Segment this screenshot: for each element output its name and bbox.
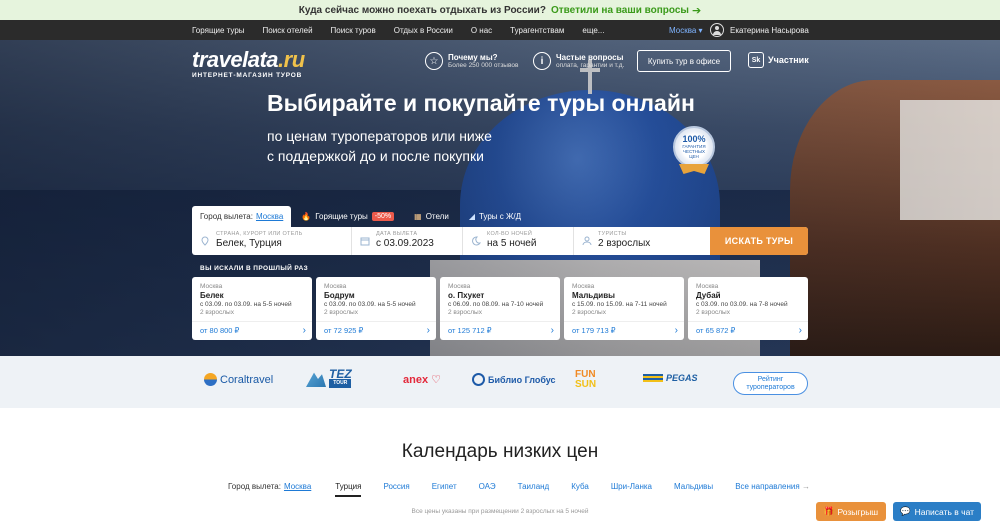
travelata-logo[interactable]: travelata.ru ИНТЕРНЕТ-МАГАЗИН ТУРОВ — [192, 49, 305, 80]
calendar-tabs: Город вылета: Москва Турция Россия Египет… — [228, 476, 832, 497]
tab-sri-lanka[interactable]: Шри-Ланка — [611, 482, 652, 491]
tez-tour-logo[interactable]: TEZ TOUR — [306, 368, 352, 388]
hero-headline: Выбирайте и покупайте туры онлайн — [267, 90, 695, 116]
arrow-right-icon: ➔ — [691, 4, 702, 17]
recent-search-card[interactable]: Москва Мальдивы с 15.09. по 15.09. на 7-… — [564, 277, 684, 340]
tab-turkey[interactable]: Турция — [335, 482, 362, 497]
giveaway-button[interactable]: 🎁 Розыгрыш — [816, 502, 886, 521]
pegas-logo[interactable]: PEGAS — [643, 373, 698, 383]
banner-text: Куда сейчас можно поехать отдыхать из Ро… — [298, 4, 546, 16]
buy-in-office-button[interactable]: Купить тур в офисе — [637, 50, 731, 72]
star-icon: ☆ — [425, 52, 443, 70]
hotel-icon: ▦ — [414, 212, 422, 221]
nights-field[interactable]: КОЛ-ВО НОЧЕЙ на 5 ночей — [463, 227, 574, 255]
tab-all-destinations[interactable]: Все направления → — [735, 482, 810, 491]
tab-uae[interactable]: ОАЭ — [479, 482, 496, 491]
chevron-right-icon: › — [426, 325, 430, 336]
calendar-departure-city[interactable]: Москва — [284, 482, 311, 491]
search-form: СТРАНА, КУРОРТ ИЛИ ОТЕЛЬ Белек, Турция Д… — [192, 227, 808, 255]
nav-item-russia[interactable]: Отдых в России — [394, 26, 453, 35]
tourists-field[interactable]: ТУРИСТЫ 2 взрослых — [574, 227, 710, 255]
banner-link[interactable]: Ответили на ваши вопросы — [551, 5, 689, 16]
chevron-right-icon: › — [674, 325, 678, 336]
globe-icon — [472, 373, 485, 386]
fun-sun-logo[interactable]: FUN SUN — [575, 370, 596, 390]
tab-hot-tours[interactable]: 🔥 Горящие туры -50% — [291, 206, 404, 227]
recent-search-card[interactable]: Москва о. Пхукет с 06.09. по 08.09. на 7… — [440, 277, 560, 340]
date-field[interactable]: ДАТА ВЫЛЕТА с 03.09.2023 — [352, 227, 463, 255]
why-us-link[interactable]: ☆ Почему мы? Более 250 000 отзывов — [425, 52, 518, 70]
tab-maldives[interactable]: Мальдивы — [674, 482, 713, 491]
city-selector[interactable]: Москва ▾ — [669, 26, 703, 35]
sale-badge: -50% — [371, 212, 395, 221]
tab-russia[interactable]: Россия — [383, 482, 409, 491]
nav-item-agencies[interactable]: Турагентствам — [510, 26, 564, 35]
nav-item-hotel-search[interactable]: Поиск отелей — [263, 26, 313, 35]
moon-icon — [472, 236, 481, 246]
tab-thailand[interactable]: Таиланд — [518, 482, 550, 491]
price-guarantee-badge: 100% ГАРАНТИЯ ЧЕСТНЫХ ЦЕН — [671, 126, 717, 176]
tour-operators-strip: Coraltravel TEZ TOUR anex ♡ Библио Глобу… — [0, 356, 1000, 408]
search-tabs: Город вылета: Москва 🔥 Горящие туры -50%… — [192, 206, 531, 227]
arrow-right-icon: → — [801, 482, 810, 491]
biblio-globus-logo[interactable]: Библио Глобус — [472, 373, 556, 386]
recent-searches: Москва Белек с 03.09. по 03.09. на 5-5 н… — [192, 277, 808, 340]
fire-icon: 🔥 — [301, 212, 312, 221]
chat-icon: 💬 — [899, 506, 911, 516]
operators-rating-button[interactable]: Рейтинг туроператоров — [733, 372, 808, 395]
recent-search-card[interactable]: Москва Белек с 03.09. по 03.09. на 5-5 н… — [192, 277, 312, 340]
info-icon: i — [533, 52, 551, 70]
departure-city-link[interactable]: Москва — [256, 212, 283, 221]
faq-link[interactable]: i Частые вопросы оплата, гарантии и т.д. — [533, 52, 624, 70]
coral-travel-logo[interactable]: Coraltravel — [204, 373, 273, 386]
chevron-right-icon: › — [798, 325, 802, 336]
tab-cuba[interactable]: Куба — [571, 482, 589, 491]
nav-item-tour-search[interactable]: Поиск туров — [331, 26, 376, 35]
gift-icon: 🎁 — [823, 506, 835, 516]
calendar-icon — [360, 237, 370, 246]
recent-search-card[interactable]: Москва Дубай с 03.09. по 03.09. на 7-8 н… — [688, 277, 808, 340]
main-nav: Горящие туры Поиск отелей Поиск туров От… — [0, 20, 1000, 40]
search-tours-button[interactable]: ИСКАТЬ ТУРЫ — [710, 227, 808, 255]
user-menu[interactable]: Екатерина Насырова — [710, 23, 809, 37]
tab-egypt[interactable]: Египет — [432, 482, 457, 491]
chat-button[interactable]: 💬 Написать в чат — [893, 502, 981, 521]
nav-item-more[interactable]: еще... — [582, 26, 604, 35]
chevron-right-icon: › — [550, 325, 554, 336]
location-pin-icon — [201, 236, 209, 246]
calendar-departure: Город вылета: Москва — [228, 482, 312, 491]
coral-sun-icon — [204, 373, 217, 386]
nav-item-hot-tours[interactable]: Горящие туры — [192, 26, 245, 35]
top-banner[interactable]: Куда сейчас можно поехать отдыхать из Ро… — [0, 0, 1000, 20]
recent-searches-title: ВЫ ИСКАЛИ В ПРОШЛЫЙ РАЗ — [200, 265, 309, 272]
user-icon — [710, 23, 724, 37]
destination-field[interactable]: СТРАНА, КУРОРТ ИЛИ ОТЕЛЬ Белек, Турция — [192, 227, 352, 255]
nav-item-about[interactable]: О нас — [471, 26, 492, 35]
tab-rail-tours[interactable]: ◢ Туры с Ж/Д — [459, 206, 531, 227]
train-icon: ◢ — [468, 212, 475, 221]
logo-tagline: ИНТЕРНЕТ-МАГАЗИН ТУРОВ — [192, 72, 303, 79]
skolkovo-logo-icon: Sk — [748, 52, 764, 68]
anex-logo[interactable]: anex ♡ — [403, 373, 441, 387]
tab-departure-city[interactable]: Город вылета: Москва — [192, 206, 292, 227]
skolkovo-member-badge: Sk Участник — [748, 52, 809, 68]
hero-subtitle: по ценам туроператоров или ниже с поддер… — [267, 128, 492, 164]
nav-menu: Горящие туры Поиск отелей Поиск туров От… — [192, 20, 604, 40]
recent-search-card[interactable]: Москва Бодрум с 03.09. по 03.09. на 5-5 … — [316, 277, 436, 340]
user-name: Екатерина Насырова — [730, 25, 809, 35]
chevron-right-icon: › — [302, 325, 306, 336]
tab-hotels[interactable]: ▦ Отели — [404, 206, 459, 227]
heart-icon: ♡ — [431, 374, 441, 386]
calendar-title: Календарь низких цен — [401, 441, 599, 462]
person-icon — [582, 236, 592, 246]
